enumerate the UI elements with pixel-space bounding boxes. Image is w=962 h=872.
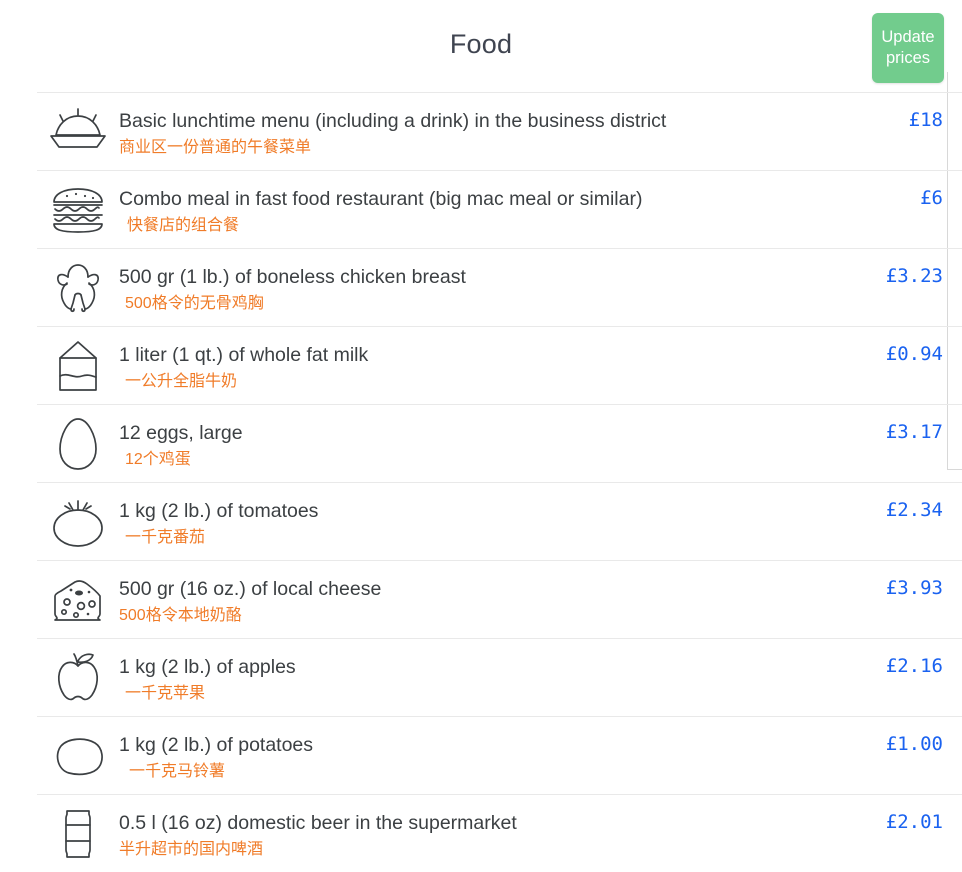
- item-label-cell: Basic lunchtime menu (including a drink)…: [119, 93, 833, 159]
- item-label-en: Combo meal in fast food restaurant (big …: [119, 188, 643, 210]
- covered-dish-icon: [37, 93, 119, 170]
- item-price[interactable]: £3.93: [833, 561, 962, 599]
- item-label-en: 1 liter (1 qt.) of whole fat milk: [119, 344, 369, 366]
- table-row[interactable]: 1 liter (1 qt.) of whole fat milk 一公升全脂牛奶…: [37, 326, 962, 404]
- table-row[interactable]: 1 kg (2 lb.) of potatoes 一千克马铃薯 £1.00: [37, 716, 962, 794]
- table-row[interactable]: 500 gr (16 oz.) of local cheese 500格令本地奶酪…: [37, 560, 962, 638]
- item-price[interactable]: £3.17: [833, 405, 962, 443]
- item-label-zh: 500格令的无骨鸡胸: [125, 295, 264, 312]
- item-label-zh: 12个鸡蛋: [125, 451, 191, 468]
- item-label-zh: 一千克马铃薯: [129, 763, 226, 780]
- apple-icon: [37, 639, 119, 716]
- item-label-cell: 500 gr (1 lb.) of boneless chicken breas…: [119, 249, 833, 315]
- item-label-cell: 1 kg (2 lb.) of apples 一千克苹果: [119, 639, 833, 705]
- item-label-zh: 快餐店的组合餐: [127, 217, 240, 234]
- item-label-cell: 1 kg (2 lb.) of potatoes 一千克马铃薯: [119, 717, 833, 783]
- item-price[interactable]: £18: [833, 93, 962, 131]
- item-label-cell: 500 gr (16 oz.) of local cheese 500格令本地奶酪: [119, 561, 833, 627]
- item-label-zh: 一公升全脂牛奶: [125, 373, 238, 390]
- item-label-zh: 半升超市的国内啤酒: [119, 841, 264, 858]
- chicken-icon: [37, 249, 119, 326]
- item-label-zh: 一千克番茄: [125, 529, 206, 546]
- food-price-table: Basic lunchtime menu (including a drink)…: [0, 92, 962, 872]
- cheese-icon: [37, 561, 119, 638]
- item-price[interactable]: £1.00: [833, 717, 962, 755]
- item-price[interactable]: £0.94: [833, 327, 962, 365]
- item-label-cell: 12 eggs, large 12个鸡蛋: [119, 405, 833, 471]
- item-label-en: 500 gr (1 lb.) of boneless chicken breas…: [119, 266, 466, 288]
- item-price[interactable]: £3.23: [833, 249, 962, 287]
- potato-icon: [37, 717, 119, 794]
- table-row[interactable]: 0.5 l (16 oz) domestic beer in the super…: [37, 794, 962, 872]
- item-label-zh: 一千克苹果: [125, 685, 206, 702]
- item-label-en: 1 kg (2 lb.) of potatoes: [119, 734, 314, 756]
- page-title: Food: [449, 29, 513, 59]
- item-label-cell: 1 liter (1 qt.) of whole fat milk 一公升全脂牛奶: [119, 327, 833, 393]
- item-label-en: 12 eggs, large: [119, 422, 243, 444]
- update-prices-button[interactable]: Update prices: [872, 13, 944, 83]
- update-prices-label-line1: Update: [881, 28, 935, 46]
- item-label-cell: 1 kg (2 lb.) of tomatoes 一千克番茄: [119, 483, 833, 549]
- page-header: Food Update prices: [0, 0, 962, 92]
- item-label-zh: 商业区一份普通的午餐菜单: [119, 139, 312, 156]
- item-label-en: 1 kg (2 lb.) of tomatoes: [119, 500, 319, 522]
- table-row[interactable]: Combo meal in fast food restaurant (big …: [37, 170, 962, 248]
- item-label-en: 1 kg (2 lb.) of apples: [119, 656, 296, 678]
- item-label-cell: Combo meal in fast food restaurant (big …: [119, 171, 833, 237]
- item-price[interactable]: £2.16: [833, 639, 962, 677]
- item-label-zh: 500格令本地奶酪: [119, 607, 242, 624]
- beer-can-icon: [37, 795, 119, 872]
- milk-carton-icon: [37, 327, 119, 404]
- tomato-icon: [37, 483, 119, 560]
- table-row[interactable]: 1 kg (2 lb.) of apples 一千克苹果 £2.16: [37, 638, 962, 716]
- item-label-en: Basic lunchtime menu (including a drink)…: [119, 110, 667, 132]
- table-row[interactable]: Basic lunchtime menu (including a drink)…: [37, 92, 962, 170]
- item-label-en: 500 gr (16 oz.) of local cheese: [119, 578, 382, 600]
- egg-icon: [37, 405, 119, 482]
- item-label-en: 0.5 l (16 oz) domestic beer in the super…: [119, 812, 517, 834]
- table-row[interactable]: 1 kg (2 lb.) of tomatoes 一千克番茄 £2.34: [37, 482, 962, 560]
- item-price[interactable]: £6: [833, 171, 962, 209]
- item-label-cell: 0.5 l (16 oz) domestic beer in the super…: [119, 795, 833, 861]
- burger-icon: [37, 171, 119, 248]
- update-prices-label-line2: prices: [885, 49, 930, 67]
- item-price[interactable]: £2.34: [833, 483, 962, 521]
- table-row[interactable]: 500 gr (1 lb.) of boneless chicken breas…: [37, 248, 962, 326]
- item-price[interactable]: £2.01: [833, 795, 962, 833]
- table-row[interactable]: 12 eggs, large 12个鸡蛋 £3.17: [37, 404, 962, 482]
